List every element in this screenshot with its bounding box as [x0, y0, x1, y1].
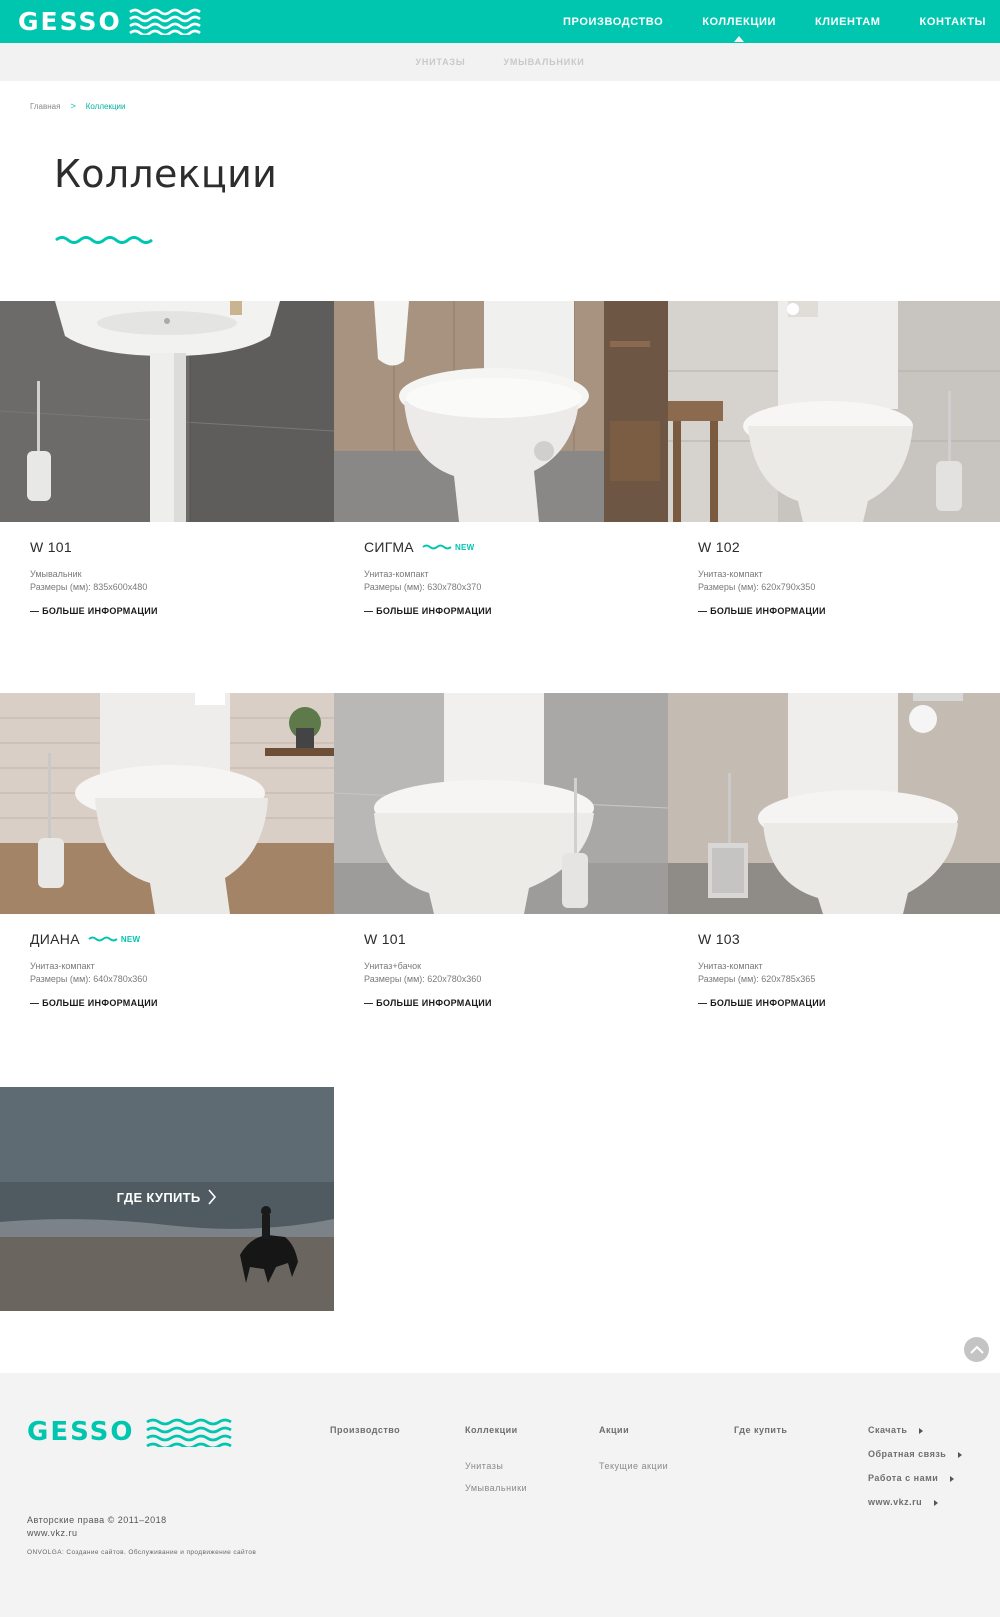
new-badge-text: NEW: [454, 542, 475, 552]
footer-feedback-text: Обратная связь: [868, 1449, 947, 1459]
footer-work-with-us-text: Работа с нами: [868, 1473, 939, 1483]
product-size: Размеры (мм): 620x790x350: [698, 582, 816, 592]
product-type: Унитаз-компакт: [698, 569, 763, 579]
footer-collections-link[interactable]: Коллекции: [465, 1425, 518, 1435]
scroll-to-top-button[interactable]: [964, 1337, 989, 1362]
product-image[interactable]: [0, 301, 334, 522]
caret-right-icon: [950, 1475, 955, 1482]
product-card[interactable]: W 101 Умывальник Размеры (мм): 835x600x4…: [0, 301, 334, 616]
product-size: Размеры (мм): 620x780x360: [364, 974, 482, 984]
breadcrumb-chevron-icon: >: [70, 101, 76, 111]
product-card[interactable]: W 103 Унитаз-компакт Размеры (мм): 620x7…: [668, 693, 1000, 1008]
nav-production[interactable]: ПРОИЗВОДСТВО: [563, 16, 663, 28]
logo-waves-icon: [128, 8, 201, 35]
footer-promotions-link[interactable]: Акции: [599, 1425, 629, 1435]
footer-where-to-buy-link[interactable]: Где купить: [734, 1425, 787, 1435]
new-wave-icon: [88, 936, 118, 942]
footer-production-link[interactable]: Производство: [330, 1425, 400, 1435]
product-type: Унитаз-компакт: [30, 961, 95, 971]
product-name-text: W 101: [30, 539, 72, 555]
more-info-link[interactable]: — БОЛЬШЕ ИНФОРМАЦИИ: [30, 998, 158, 1008]
footer-feedback-link[interactable]: Обратная связь: [868, 1449, 963, 1459]
product-name[interactable]: W 102: [698, 539, 740, 555]
product-size: Размеры (мм): 620x785x365: [698, 974, 816, 984]
product-image[interactable]: [334, 693, 668, 914]
product-card[interactable]: W 101 Унитаз+бачок Размеры (мм): 620x780…: [334, 693, 668, 1008]
new-badge-text: NEW: [120, 934, 141, 944]
footer-current-promotions-link[interactable]: Текущие акции: [599, 1461, 668, 1471]
product-name[interactable]: W 103: [698, 931, 740, 947]
product-type: Унитаз-компакт: [698, 961, 763, 971]
caret-right-icon: [919, 1427, 924, 1434]
page-title: Коллекции: [54, 152, 278, 196]
chevron-right-icon: [208, 1189, 217, 1205]
subnav-washbasins[interactable]: УМЫВАЛЬНИКИ: [503, 57, 584, 67]
product-type: Умывальник: [30, 569, 82, 579]
footer-vkz-link[interactable]: www.vkz.ru: [868, 1497, 939, 1507]
footer-logo-text: GESSO: [27, 1417, 135, 1447]
logo-text: GESSO: [18, 6, 122, 36]
more-info-link[interactable]: — БОЛЬШЕ ИНФОРМАЦИИ: [698, 998, 826, 1008]
product-card[interactable]: ДИАНА NEW Унитаз-компакт Размеры (мм): 6…: [0, 693, 334, 1008]
more-info-link[interactable]: — БОЛЬШЕ ИНФОРМАЦИИ: [364, 606, 492, 616]
product-name-text: W 102: [698, 539, 740, 555]
product-size: Размеры (мм): 640x780x360: [30, 974, 148, 984]
new-badge: NEW: [422, 543, 475, 552]
title-wave-icon: [55, 236, 153, 244]
breadcrumb: Главная > Коллекции: [30, 101, 125, 111]
footer-logo-waves-icon: [145, 1418, 232, 1447]
footer-vkz-text: www.vkz.ru: [868, 1497, 923, 1507]
chevron-up-icon: [969, 1345, 984, 1354]
developer-credit[interactable]: ONVOLGA: Создание сайтов. Обслуживание и…: [27, 1549, 256, 1556]
more-info-link[interactable]: — БОЛЬШЕ ИНФОРМАЦИИ: [698, 606, 826, 616]
more-info-link[interactable]: — БОЛЬШЕ ИНФОРМАЦИИ: [364, 998, 492, 1008]
site-link[interactable]: www.vkz.ru: [27, 1528, 78, 1538]
product-name-text: W 101: [364, 931, 406, 947]
product-name[interactable]: W 101: [364, 931, 406, 947]
product-image[interactable]: [668, 693, 1000, 914]
product-size: Размеры (мм): 630x780x370: [364, 582, 482, 592]
product-type: Унитаз+бачок: [364, 961, 422, 971]
breadcrumb-home[interactable]: Главная: [30, 102, 60, 111]
nav-collections[interactable]: КОЛЛЕКЦИИ: [702, 16, 776, 28]
footer-washbasins-link[interactable]: Умывальники: [465, 1483, 527, 1493]
logo[interactable]: GESSO: [18, 6, 208, 36]
product-name-text: W 103: [698, 931, 740, 947]
footer-work-with-us-link[interactable]: Работа с нами: [868, 1473, 955, 1483]
footer: GESSO Производство Коллекции Акции Где к…: [0, 1373, 1000, 1617]
footer-download-text: Скачать: [868, 1425, 908, 1435]
footer-toilets-link[interactable]: Унитазы: [465, 1461, 503, 1471]
new-wave-icon: [422, 544, 452, 550]
subnav-toilets[interactable]: УНИТАЗЫ: [415, 57, 465, 67]
product-image[interactable]: [0, 693, 334, 914]
sub-nav: УНИТАЗЫ УМЫВАЛЬНИКИ: [0, 43, 1000, 81]
breadcrumb-current: Коллекции: [85, 101, 126, 111]
where-to-buy-banner[interactable]: ГДЕ КУПИТЬ: [0, 1087, 334, 1311]
product-name[interactable]: W 101: [30, 539, 72, 555]
where-to-buy-label[interactable]: ГДЕ КУПИТЬ: [0, 1189, 334, 1205]
product-card[interactable]: W 102 Унитаз-компакт Размеры (мм): 620x7…: [668, 301, 1000, 616]
product-image[interactable]: [334, 301, 668, 522]
product-name-text: ДИАНА: [30, 931, 80, 947]
product-card[interactable]: СИГМА NEW Унитаз-компакт Размеры (мм): 6…: [334, 301, 668, 616]
product-image[interactable]: [668, 301, 1000, 522]
product-name[interactable]: СИГМА NEW: [364, 539, 475, 555]
product-type: Унитаз-компакт: [364, 569, 429, 579]
caret-right-icon: [958, 1451, 963, 1458]
main-nav: ПРОИЗВОДСТВО КОЛЛЕКЦИИ КЛИЕНТАМ КОНТАКТЫ: [524, 0, 986, 43]
more-info-link[interactable]: — БОЛЬШЕ ИНФОРМАЦИИ: [30, 606, 158, 616]
footer-download-link[interactable]: Скачать: [868, 1425, 924, 1435]
product-name-text: СИГМА: [364, 539, 414, 555]
top-bar: GESSO ПРОИЗВОДСТВО КОЛЛЕКЦИИ КЛИЕНТАМ КО…: [0, 0, 1000, 43]
caret-right-icon: [934, 1499, 939, 1506]
new-badge: NEW: [88, 935, 141, 944]
copyright: Авторские права © 2011–2018: [27, 1515, 167, 1525]
product-name[interactable]: ДИАНА NEW: [30, 931, 140, 947]
product-size: Размеры (мм): 835x600x480: [30, 582, 148, 592]
footer-logo[interactable]: GESSO: [27, 1417, 239, 1447]
where-to-buy-text: ГДЕ КУПИТЬ: [116, 1190, 201, 1205]
nav-clients[interactable]: КЛИЕНТАМ: [815, 16, 881, 28]
nav-contacts[interactable]: КОНТАКТЫ: [920, 16, 986, 28]
